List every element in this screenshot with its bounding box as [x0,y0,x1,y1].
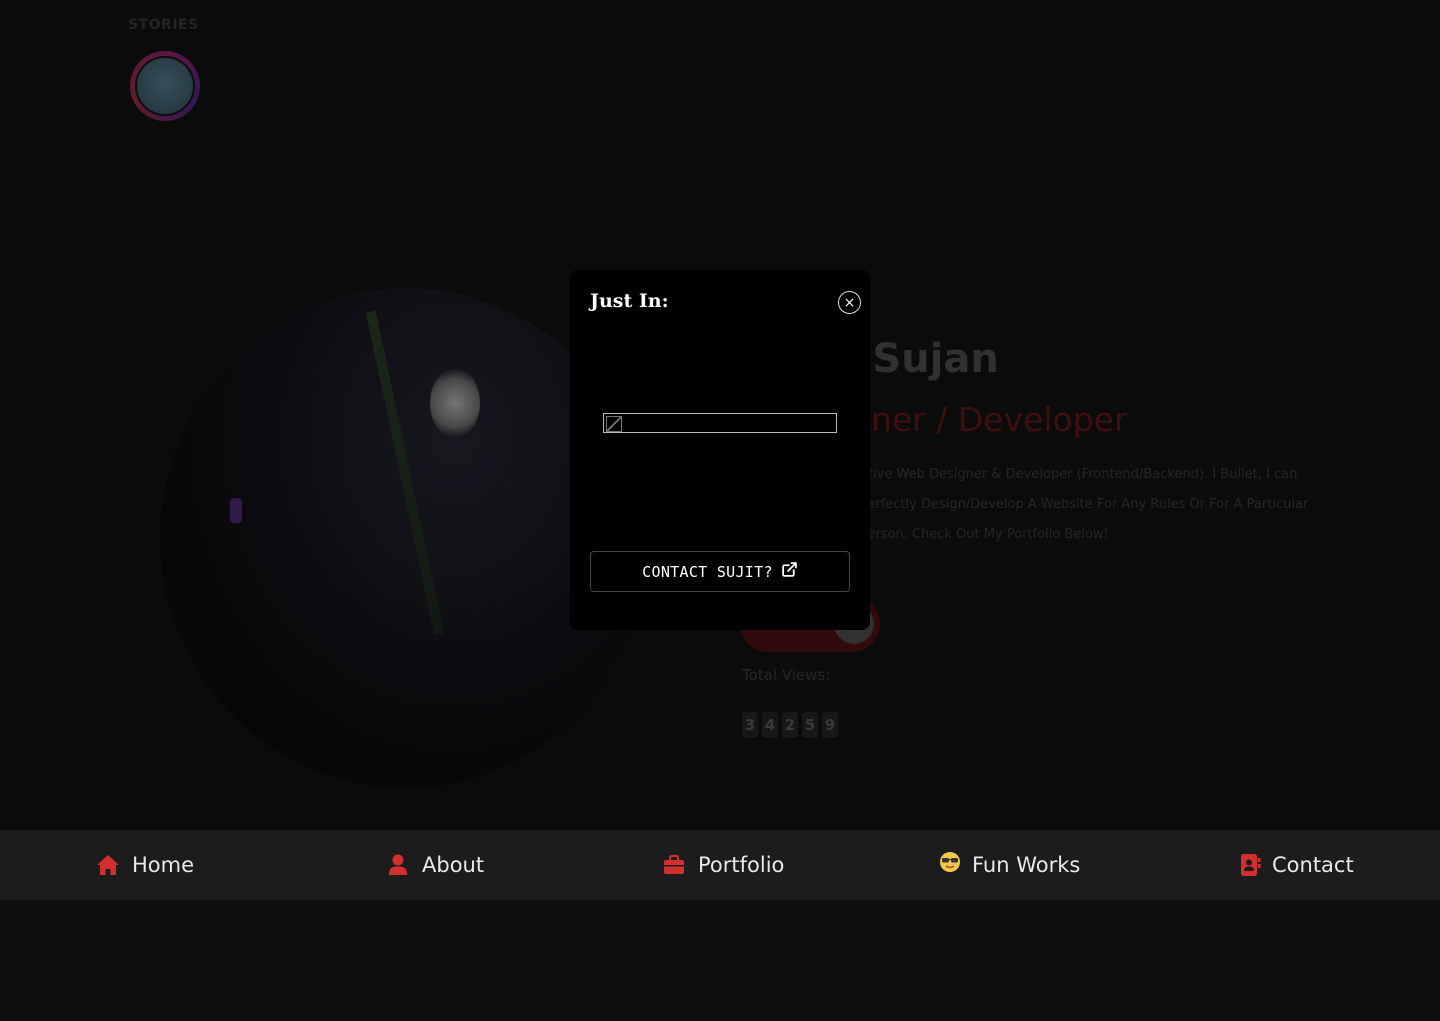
page-background: STORIES n Sujan gner / Developer ative W… [0,0,1440,1021]
page-footer-area [0,900,1440,1021]
nav-label: Home [132,853,195,877]
close-icon[interactable]: × [838,291,861,314]
external-link-icon [781,561,798,582]
contact-book-icon [1238,853,1262,877]
home-icon [96,853,120,877]
news-modal: Just In: × CONTACT SUJIT? [570,270,870,630]
bottom-navigation: Home About Portfolio Fun Works Contact [0,830,1440,900]
nav-label: Fun Works [972,853,1081,877]
user-icon [386,853,410,877]
nav-item-fun-works[interactable]: Fun Works [938,830,1080,900]
nav-item-contact[interactable]: Contact [1238,830,1354,900]
sunglasses-face-icon [938,850,962,874]
broken-image-placeholder [603,413,837,433]
nav-label: Portfolio [698,853,785,877]
contact-sujit-label: CONTACT SUJIT? [642,562,773,581]
nav-label: About [422,853,485,877]
nav-item-portfolio[interactable]: Portfolio [662,830,784,900]
nav-item-about[interactable]: About [386,830,484,900]
nav-item-home[interactable]: Home [96,830,194,900]
briefcase-icon [662,853,686,877]
nav-label: Contact [1272,853,1354,877]
contact-sujit-button[interactable]: CONTACT SUJIT? [590,551,850,592]
modal-title: Just In: [590,290,669,312]
